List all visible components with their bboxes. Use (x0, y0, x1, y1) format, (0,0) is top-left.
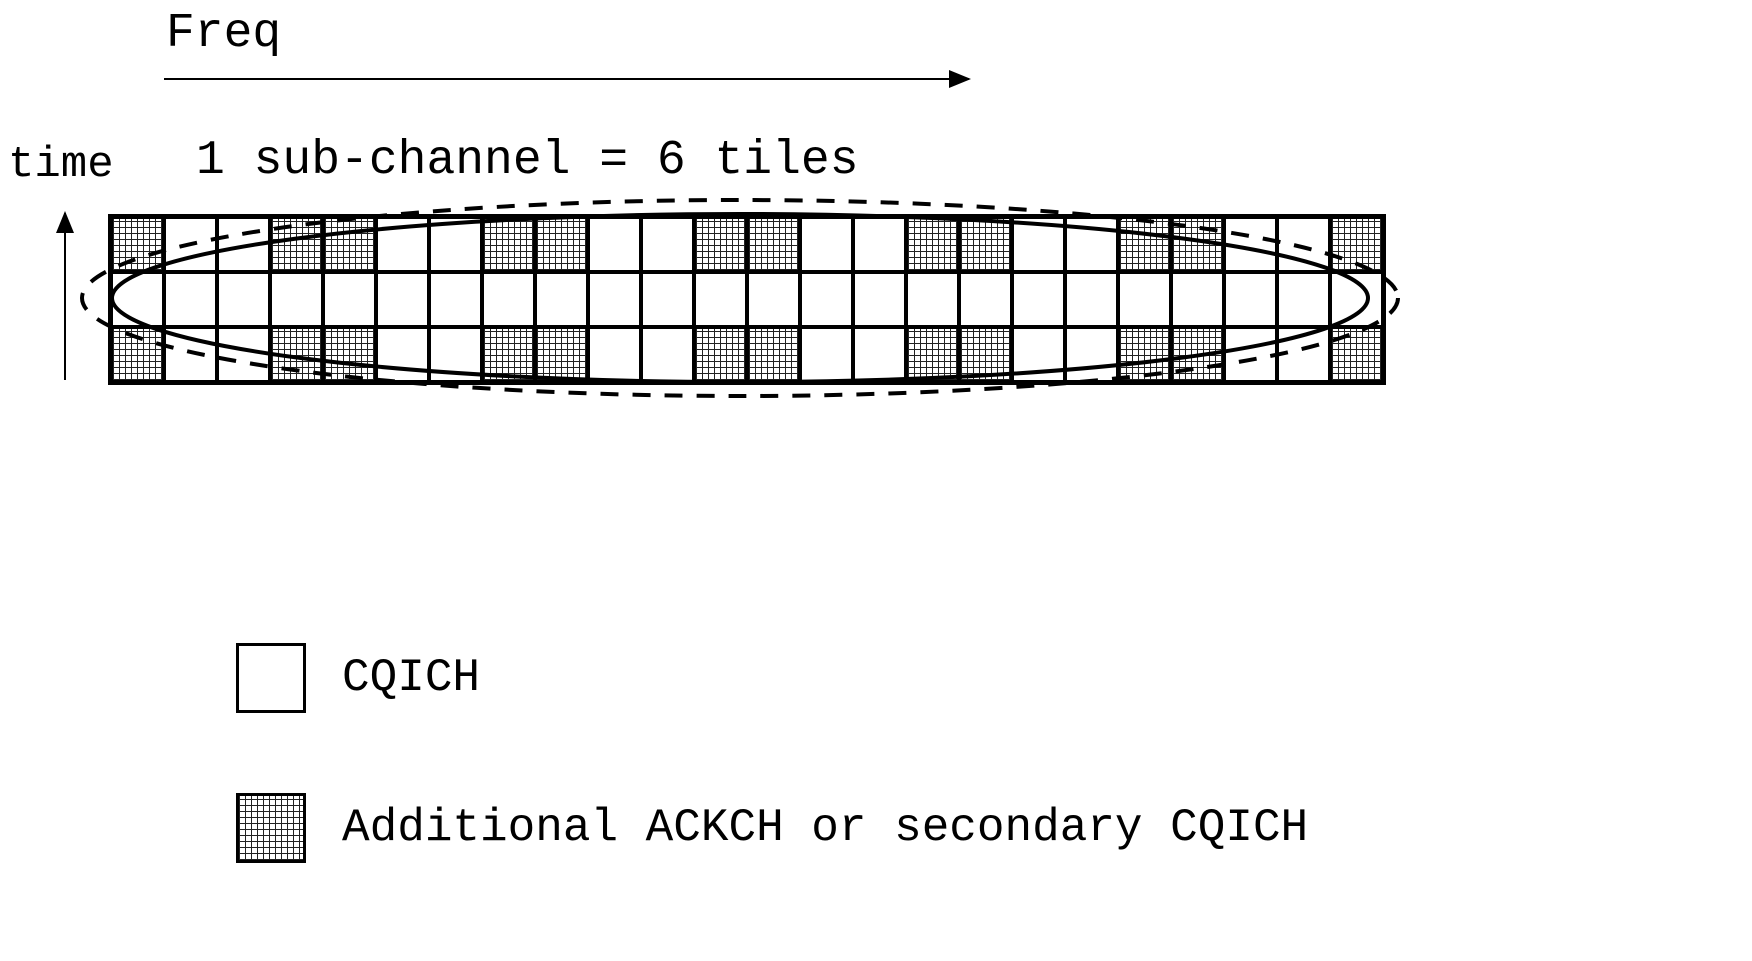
tile-cqich (588, 327, 641, 382)
tile-ackch (1330, 327, 1383, 382)
tile-cqich (800, 272, 853, 327)
tile-cqich (111, 272, 164, 327)
tile-cqich (1012, 272, 1065, 327)
tile-ackch (323, 327, 376, 382)
tile-cqich (376, 217, 429, 272)
tile-cqich (1065, 327, 1118, 382)
tile-cqich (1224, 217, 1277, 272)
tile-cqich (376, 327, 429, 382)
tile-cqich (429, 272, 482, 327)
tile-ackch (694, 217, 747, 272)
tile-cqich (217, 272, 270, 327)
tile-cqich (429, 327, 482, 382)
tile-ackch (482, 217, 535, 272)
tile-cqich (1065, 217, 1118, 272)
legend-swatch-cqich (236, 643, 306, 713)
time-axis-arrow (64, 213, 66, 380)
tile-cqich (323, 272, 376, 327)
legend-label-ackch: Additional ACKCH or secondary CQICH (342, 802, 1308, 854)
legend-swatch-ackch (236, 793, 306, 863)
legend-row-ackch: Additional ACKCH or secondary CQICH (236, 793, 1308, 863)
tile-cqich (164, 272, 217, 327)
tile-cqich (588, 272, 641, 327)
tile-cqich (1224, 327, 1277, 382)
tile-ackch (1118, 217, 1171, 272)
tile-ackch (1118, 327, 1171, 382)
tile-cqich (217, 327, 270, 382)
time-axis-label: time (8, 140, 114, 190)
tile-ackch (694, 327, 747, 382)
tile-cqich (1012, 327, 1065, 382)
tile-cqich (641, 272, 694, 327)
tile-ackch (1330, 217, 1383, 272)
tile-cqich (853, 327, 906, 382)
tile-ackch (906, 327, 959, 382)
tile-cqich (694, 272, 747, 327)
tile-ackch (535, 217, 588, 272)
tile-cqich (641, 217, 694, 272)
tile-cqich (747, 272, 800, 327)
tile-cqich (800, 217, 853, 272)
tile-grid (108, 214, 1386, 385)
tile-cqich (535, 272, 588, 327)
tile-cqich (1277, 217, 1330, 272)
tile-cqich (853, 217, 906, 272)
freq-axis-arrow (164, 78, 969, 80)
tile-ackch (111, 327, 164, 382)
tile-ackch (959, 217, 1012, 272)
tile-ackch (1171, 327, 1224, 382)
tile-cqich (376, 272, 429, 327)
tile-ackch (1171, 217, 1224, 272)
tile-cqich (959, 272, 1012, 327)
tile-cqich (270, 272, 323, 327)
tile-ackch (959, 327, 1012, 382)
tile-cqich (482, 272, 535, 327)
tile-ackch (323, 217, 376, 272)
subchannel-annotation: 1 sub-channel = 6 tiles (196, 134, 859, 188)
tile-cqich (429, 217, 482, 272)
tile-ackch (270, 327, 323, 382)
tile-ackch (747, 327, 800, 382)
tile-ackch (482, 327, 535, 382)
tile-cqich (1330, 272, 1383, 327)
tile-cqich (1277, 327, 1330, 382)
tile-cqich (1065, 272, 1118, 327)
tile-cqich (1277, 272, 1330, 327)
tile-cqich (906, 272, 959, 327)
tile-cqich (800, 327, 853, 382)
tile-ackch (111, 217, 164, 272)
tile-cqich (588, 217, 641, 272)
tile-cqich (641, 327, 694, 382)
tile-ackch (747, 217, 800, 272)
freq-axis-label: Freq (166, 7, 281, 61)
tile-cqich (217, 217, 270, 272)
diagram-container: Freq time 1 sub-channel = 6 tiles CQICH … (0, 0, 1752, 961)
tile-ackch (270, 217, 323, 272)
tile-cqich (1118, 272, 1171, 327)
tile-cqich (1012, 217, 1065, 272)
legend: CQICH Additional ACKCH or secondary CQIC… (236, 643, 1308, 943)
tile-cqich (164, 327, 217, 382)
tile-cqich (1171, 272, 1224, 327)
legend-row-cqich: CQICH (236, 643, 1308, 713)
legend-label-cqich: CQICH (342, 652, 480, 704)
tile-ackch (906, 217, 959, 272)
tile-cqich (1224, 272, 1277, 327)
tile-cqich (164, 217, 217, 272)
tile-cqich (853, 272, 906, 327)
tile-ackch (535, 327, 588, 382)
